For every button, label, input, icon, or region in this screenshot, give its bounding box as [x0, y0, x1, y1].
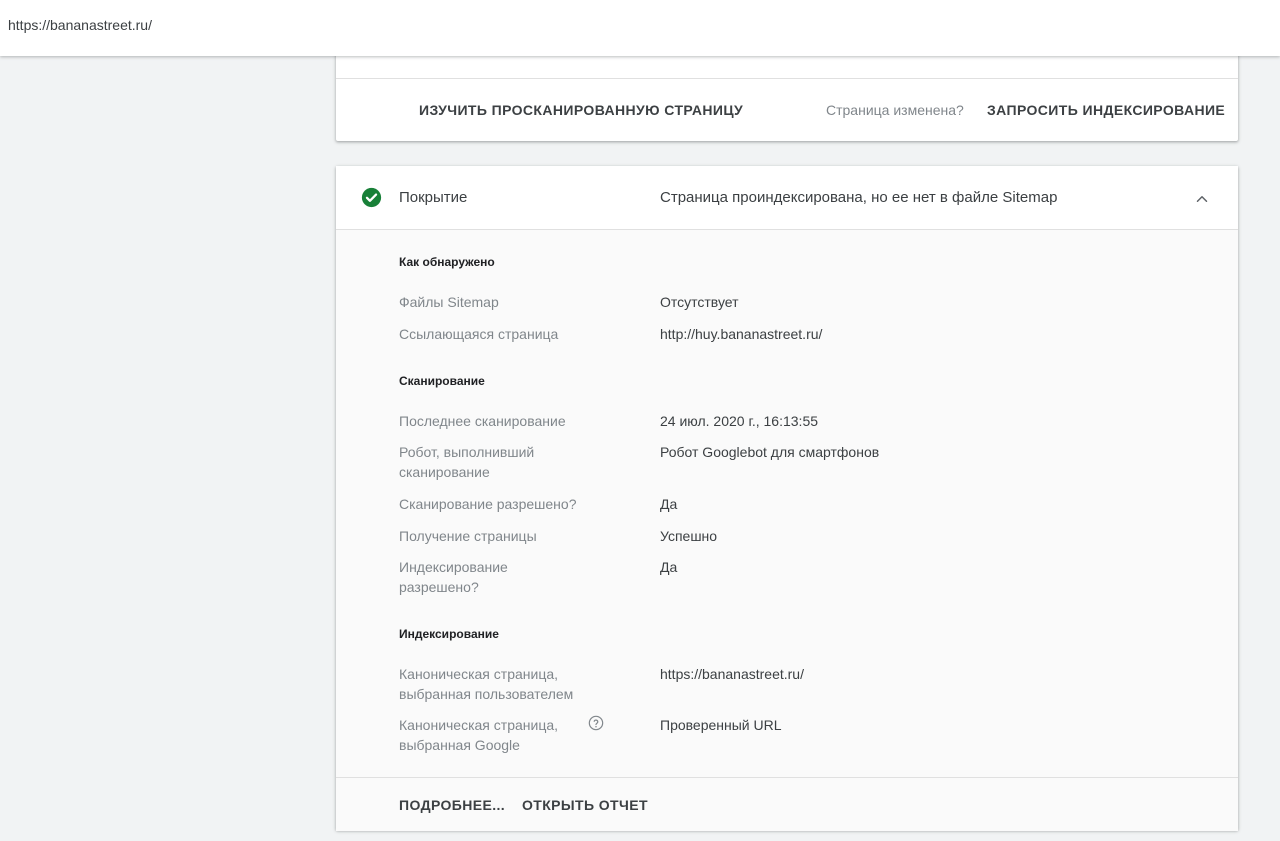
open-report-button[interactable]: ОТКРЫТЬ ОТЧЕТ: [522, 797, 648, 813]
coverage-card: Покрытие Страница проиндексирована, но е…: [336, 166, 1238, 831]
detail-label: Сканирование разрешено?: [399, 496, 577, 512]
detail-label: Файлы Sitemap: [399, 294, 499, 310]
detail-value: Да: [660, 496, 678, 512]
chevron-up-icon[interactable]: [1193, 190, 1211, 208]
check-circle-icon: [361, 187, 382, 208]
detail-value: Да: [660, 559, 678, 575]
detail-label: Индексирование разрешено?: [399, 559, 508, 595]
detail-label: Ссылающаяся страница: [399, 326, 559, 342]
page-changed-label: Страница изменена?: [826, 102, 964, 118]
section-heading-indexing: Индексирование: [399, 627, 499, 641]
coverage-footer: ПОДРОБНЕЕ... ОТКРЫТЬ ОТЧЕТ: [336, 777, 1238, 831]
address-bar: https://bananastreet.ru/: [0, 0, 1280, 56]
card-divider: [336, 78, 1238, 79]
coverage-details: Как обнаружено Файлы Sitemap Отсутствует…: [336, 230, 1238, 777]
section-heading-crawl: Сканирование: [399, 374, 485, 388]
detail-value: Успешно: [660, 528, 718, 544]
detail-label: Робот, выполнивший сканирование: [399, 444, 535, 480]
detail-label: Получение страницы: [399, 528, 537, 544]
coverage-status: Страница проиндексирована, но ее нет в ф…: [660, 189, 1058, 206]
detail-value: Отсутствует: [660, 294, 739, 310]
page-url[interactable]: https://bananastreet.ru/: [8, 17, 152, 33]
detail-label: Последнее сканирование: [399, 413, 566, 429]
request-indexing-button[interactable]: ЗАПРОСИТЬ ИНДЕКСИРОВАНИЕ: [987, 102, 1225, 118]
inspect-crawled-page-button[interactable]: ИЗУЧИТЬ ПРОСКАНИРОВАННУЮ СТРАНИЦУ: [419, 102, 743, 118]
section-heading-discovery: Как обнаружено: [399, 255, 495, 269]
referring-page-link[interactable]: http://huy.bananastreet.ru/: [660, 324, 822, 344]
help-circle-icon[interactable]: [588, 715, 604, 731]
detail-label: Каноническая страница, выбранная пользов…: [399, 666, 574, 702]
coverage-title: Покрытие: [399, 189, 468, 206]
detail-value: Робот Googlebot для смартфонов: [660, 444, 880, 460]
detail-value: Проверенный URL: [660, 717, 782, 733]
detail-label: Каноническая страница, выбранная Google: [399, 717, 559, 753]
detail-value: 24 июл. 2020 г., 16:13:55: [660, 413, 819, 429]
coverage-header[interactable]: Покрытие Страница проиндексирована, но е…: [336, 166, 1238, 230]
learn-more-button[interactable]: ПОДРОБНЕЕ...: [399, 797, 505, 813]
detail-value: https://bananastreet.ru/: [660, 666, 804, 682]
